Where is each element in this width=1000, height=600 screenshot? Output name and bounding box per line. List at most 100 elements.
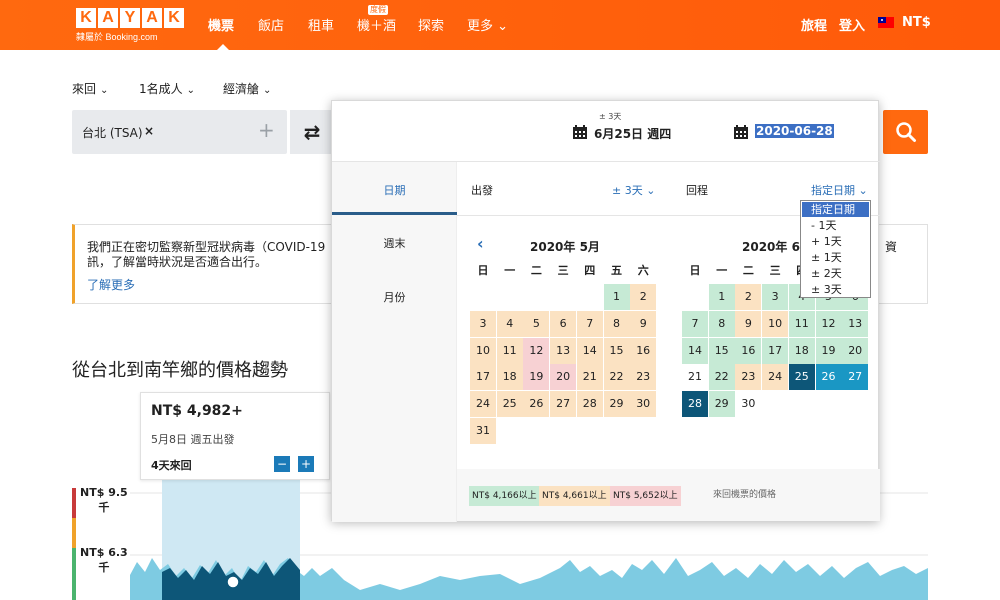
flex-option-pm-1[interactable]: ± 1天: [802, 250, 869, 265]
calendar-day-may[interactable]: 9: [630, 310, 657, 337]
learn-more-link[interactable]: 了解更多: [87, 276, 135, 293]
calendar-day-may[interactable]: 31: [470, 418, 496, 444]
chart-marker[interactable]: [226, 575, 240, 589]
calendar-day-may[interactable]: 28: [576, 391, 603, 418]
nav-trips[interactable]: 旅程: [801, 15, 827, 34]
prev-month-arrow-icon[interactable]: ‹: [477, 234, 484, 253]
calendar-day-june[interactable]: 8: [708, 310, 735, 337]
increase-length-button[interactable]: +: [298, 456, 314, 472]
calendar-day-june[interactable]: 11: [788, 310, 815, 337]
calendar-day-may[interactable]: 21: [576, 364, 603, 391]
calendar-day-may[interactable]: 8: [603, 310, 630, 337]
tab-dates[interactable]: 日期: [332, 182, 457, 198]
calendar-day-may[interactable]: 4: [496, 310, 523, 337]
cabin-dropdown[interactable]: 經濟艙 ⌄: [223, 80, 271, 97]
calendar-day-june[interactable]: 14: [682, 337, 708, 364]
calendar-day-june[interactable]: 12: [815, 310, 842, 337]
swap-airports-button[interactable]: ⇄: [290, 110, 334, 154]
search-button[interactable]: [883, 110, 928, 154]
return-date-input[interactable]: 2020-06-28: [755, 124, 834, 138]
calendar-day-june[interactable]: 27: [842, 364, 869, 391]
calendar-day-may[interactable]: 11: [496, 337, 523, 364]
calendar-day-may[interactable]: 13: [550, 337, 577, 364]
taiwan-flag-icon[interactable]: [878, 17, 894, 28]
calendar-day-may[interactable]: 2: [630, 284, 657, 310]
calendar-day-may[interactable]: 14: [576, 337, 603, 364]
calendar-day-may[interactable]: 19: [523, 364, 550, 391]
calendar-day-may[interactable]: 20: [550, 364, 577, 391]
flex-option-pm-3[interactable]: ± 3天: [802, 282, 869, 297]
nav-explore[interactable]: 探索: [418, 15, 444, 34]
calendar-day-june[interactable]: 26: [815, 364, 842, 391]
nav-login[interactable]: 登入: [839, 15, 865, 34]
tab-weekends[interactable]: 週末: [332, 235, 457, 251]
calendar-day-may[interactable]: 26: [523, 391, 550, 418]
departure-date-field[interactable]: 6月25日 週四: [594, 125, 671, 142]
nav-flights[interactable]: 機票: [208, 15, 234, 34]
calendar-day-june[interactable]: 10: [762, 310, 789, 337]
return-flex-dropdown[interactable]: 指定日期 ⌄: [811, 182, 868, 198]
trip-type-dropdown[interactable]: 來回 ⌄: [72, 80, 108, 97]
calendar-day-june[interactable]: 23: [735, 364, 762, 391]
calendar-day-june[interactable]: 21: [682, 364, 708, 391]
flex-option-plus-1[interactable]: + 1天: [802, 234, 869, 249]
calendar-day-may[interactable]: 12: [523, 337, 550, 364]
calendar-day-may[interactable]: 18: [496, 364, 523, 391]
nav-more[interactable]: 更多 ⌄: [467, 15, 508, 34]
calendar-day-may[interactable]: 10: [470, 337, 496, 364]
tab-months[interactable]: 月份: [332, 289, 457, 305]
calendar-day-may[interactable]: 23: [630, 364, 657, 391]
weekday-header: 日: [477, 264, 489, 277]
calendar-day-june[interactable]: 9: [735, 310, 762, 337]
calendar-day-june[interactable]: 18: [788, 337, 815, 364]
remove-origin-icon[interactable]: ×: [144, 124, 154, 138]
date-picker-popup: ± 3天 6月25日 週四 2020-06-28 日期 週末 月份 出發 ± 3…: [331, 100, 880, 522]
calendar-day-june[interactable]: 3: [762, 284, 789, 310]
flex-option-minus-1[interactable]: - 1天: [802, 218, 869, 233]
nav-hotels[interactable]: 飯店: [258, 15, 284, 34]
decrease-length-button[interactable]: −: [274, 456, 290, 472]
calendar-day-may[interactable]: 22: [603, 364, 630, 391]
flex-option-exact[interactable]: 指定日期: [802, 202, 869, 217]
calendar-day-may[interactable]: 30: [630, 391, 657, 418]
calendar-day-june[interactable]: 29: [708, 391, 735, 418]
calendar-day-june[interactable]: 19: [815, 337, 842, 364]
calendar-day-june[interactable]: 20: [842, 337, 869, 364]
calendar-day-may[interactable]: 29: [603, 391, 630, 418]
calendar-day-june[interactable]: 22: [708, 364, 735, 391]
calendar-day-june[interactable]: 28: [682, 391, 708, 418]
calendar-day-may[interactable]: 15: [603, 337, 630, 364]
calendar-day-may[interactable]: 25: [496, 391, 523, 418]
calendar-day-june[interactable]: 1: [708, 284, 735, 310]
flex-option-pm-2[interactable]: ± 2天: [802, 266, 869, 281]
add-origin-icon[interactable]: +: [258, 118, 275, 142]
calendar-day-june[interactable]: 24: [762, 364, 789, 391]
calendar-day-may[interactable]: 6: [550, 310, 577, 337]
calendar-day-june[interactable]: 13: [842, 310, 869, 337]
calendar-day-june[interactable]: 7: [682, 310, 708, 337]
calendar-day-june[interactable]: 2: [735, 284, 762, 310]
calendar-day-may[interactable]: 24: [470, 391, 496, 418]
origin-field[interactable]: 台北 (TSA) × +: [72, 110, 287, 154]
nav-cars[interactable]: 租車: [308, 15, 334, 34]
calendar-day-june[interactable]: 16: [735, 337, 762, 364]
travelers-dropdown[interactable]: 1名成人 ⌄: [139, 80, 195, 97]
depart-flex-dropdown[interactable]: ± 3天 ⌄: [612, 182, 655, 198]
calendar-day-may[interactable]: 17: [470, 364, 496, 391]
calendar-day-june[interactable]: 15: [708, 337, 735, 364]
currency-selector[interactable]: NT$: [902, 15, 931, 30]
nav-packages[interactable]: 機＋酒: [357, 15, 396, 34]
calendar-day-may[interactable]: 7: [576, 310, 603, 337]
calendar-day-may[interactable]: 27: [550, 391, 577, 418]
calendar-day-june[interactable]: 25: [788, 364, 815, 391]
logo-letter: Y: [120, 8, 140, 28]
weekday-header: 六: [637, 264, 649, 277]
calendar-day-june[interactable]: 17: [762, 337, 789, 364]
calendar-day-june[interactable]: 30: [735, 391, 762, 418]
calendar-day-may[interactable]: 3: [470, 310, 496, 337]
calendar-day-may[interactable]: 16: [630, 337, 657, 364]
kayak-logo[interactable]: KAYAK 隸屬於 Booking.com: [76, 8, 184, 43]
calendar-day-may[interactable]: 5: [523, 310, 550, 337]
logo-subtitle: 隸屬於 Booking.com: [76, 32, 158, 42]
calendar-day-may[interactable]: 1: [603, 284, 630, 310]
